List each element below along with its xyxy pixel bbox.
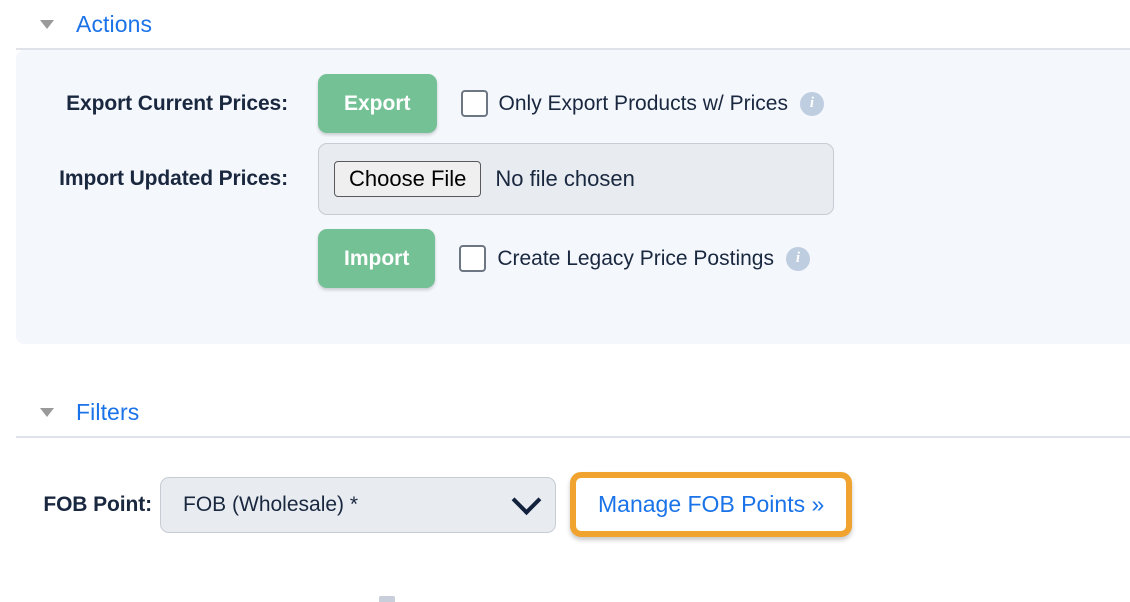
only-export-with-prices-field[interactable]: Only Export Products w/ Prices i	[461, 90, 824, 117]
chevron-down-icon	[512, 485, 542, 515]
next-filter-control-stub	[379, 596, 395, 602]
import-prices-row: Import Updated Prices: Choose File No fi…	[16, 143, 1130, 215]
fob-point-selected-value: FOB (Wholesale) *	[183, 493, 358, 517]
info-icon[interactable]: i	[786, 247, 810, 271]
actions-section-title[interactable]: Actions	[76, 11, 152, 38]
export-prices-row: Export Current Prices: Export Only Expor…	[16, 74, 1130, 133]
import-prices-label: Import Updated Prices:	[16, 167, 318, 191]
manage-fob-points-highlight: Manage FOB Points »	[570, 472, 852, 537]
import-button[interactable]: Import	[318, 229, 435, 288]
create-legacy-postings-field[interactable]: Create Legacy Price Postings i	[459, 245, 810, 272]
filters-body: FOB Point: FOB (Wholesale) * Manage FOB …	[0, 438, 1130, 537]
file-status-text: No file chosen	[495, 166, 634, 192]
triangle-down-icon[interactable]	[40, 20, 54, 29]
actions-panel: Export Current Prices: Export Only Expor…	[16, 50, 1130, 344]
create-legacy-postings-label: Create Legacy Price Postings	[497, 247, 774, 271]
file-input-field[interactable]: Choose File No file chosen	[318, 143, 834, 215]
info-icon[interactable]: i	[800, 92, 824, 116]
actions-section-header[interactable]: Actions	[0, 0, 1130, 48]
export-prices-controls: Export Only Export Products w/ Prices i	[318, 74, 824, 133]
triangle-down-icon[interactable]	[40, 408, 54, 417]
import-prices-controls: Choose File No file chosen	[318, 143, 834, 215]
filters-section-title[interactable]: Filters	[76, 399, 139, 426]
fob-point-select[interactable]: FOB (Wholesale) *	[160, 477, 556, 533]
import-action-controls: Import Create Legacy Price Postings i	[318, 229, 810, 288]
export-button[interactable]: Export	[318, 74, 437, 133]
filters-section-header[interactable]: Filters	[0, 388, 1130, 436]
create-legacy-postings-checkbox[interactable]	[459, 245, 486, 272]
only-export-with-prices-label: Only Export Products w/ Prices	[499, 92, 788, 116]
fob-point-label: FOB Point:	[0, 493, 160, 517]
export-prices-label: Export Current Prices:	[16, 92, 318, 116]
only-export-with-prices-checkbox[interactable]	[461, 90, 488, 117]
import-action-row: Import Create Legacy Price Postings i	[16, 229, 1130, 288]
choose-file-button[interactable]: Choose File	[334, 161, 481, 197]
manage-fob-points-link[interactable]: Manage FOB Points »	[598, 491, 824, 517]
